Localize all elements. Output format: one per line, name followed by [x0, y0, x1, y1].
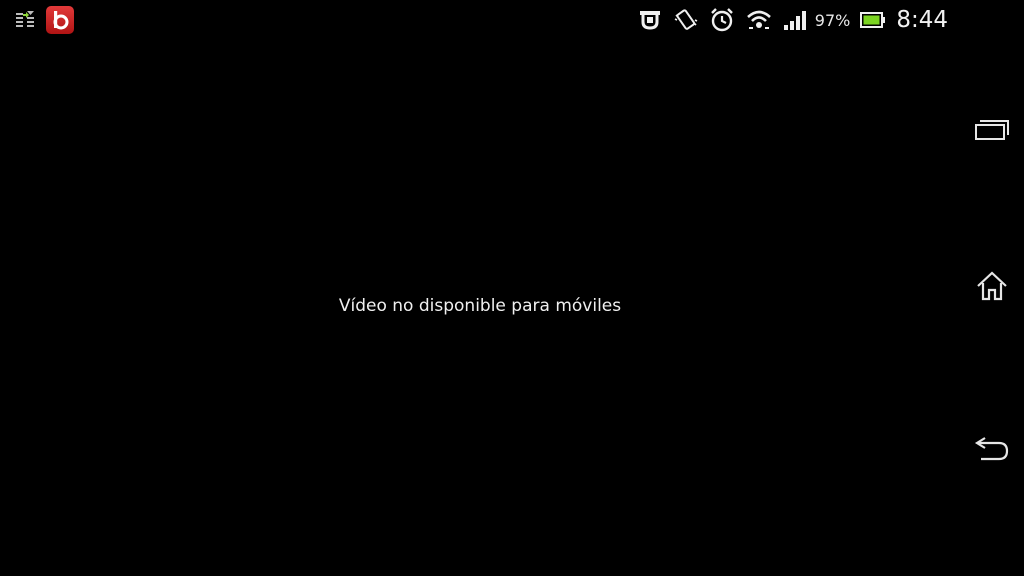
- status-clock: 8:44: [896, 7, 948, 33]
- vibrate-icon: [673, 7, 699, 33]
- screen: 97% 8:44 Vídeo no disponible para móvile…: [0, 0, 1024, 576]
- back-icon: [973, 434, 1011, 466]
- battery-icon: [860, 11, 886, 29]
- video-unavailable-message: Vídeo no disponible para móviles: [338, 296, 622, 316]
- recent-apps-icon: [974, 118, 1010, 146]
- recent-apps-button[interactable]: [968, 110, 1016, 154]
- home-icon: [975, 270, 1009, 306]
- home-button[interactable]: [968, 266, 1016, 310]
- cell-signal-icon: [783, 9, 807, 31]
- status-bar: 97% 8:44: [0, 0, 960, 40]
- notification-area: [14, 4, 84, 36]
- app-b-icon: [46, 6, 74, 34]
- wifi-icon: [745, 8, 773, 32]
- back-button[interactable]: [968, 428, 1016, 472]
- alarm-icon: [709, 7, 735, 33]
- system-icons: 97% 8:44: [627, 0, 948, 40]
- usb-transfer-icon: [14, 9, 36, 31]
- lock-icon: [637, 8, 663, 32]
- battery-percent: 97%: [814, 10, 851, 30]
- navigation-bar: [960, 0, 1024, 576]
